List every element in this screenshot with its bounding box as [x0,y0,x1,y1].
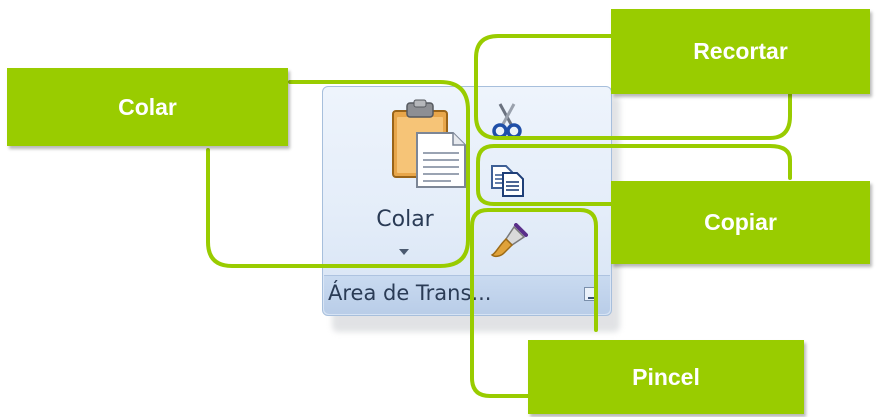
paste-label: Colar [376,207,434,232]
format-painter-button[interactable] [480,213,592,269]
callout-colar: Colar [7,68,288,146]
copy-documents-icon [491,165,524,197]
callout-copiar: Copiar [611,181,870,264]
copy-button[interactable] [480,153,592,209]
small-buttons-column [480,91,600,273]
chevron-down-icon [399,249,409,255]
paste-button[interactable]: Colar [331,95,479,271]
callout-pincel: Pincel [528,340,804,414]
clipboard-paste-icon [392,99,466,188]
group-title: Área de Trans... [328,281,492,305]
paintbrush-icon [490,223,528,258]
cut-button[interactable] [480,93,592,149]
callout-recortar: Recortar [611,9,870,94]
diagram-stage: Colar Área de Trans... Colar Recortar Co… [0,0,879,417]
dialog-launcher-icon[interactable] [584,287,598,301]
group-footer: Área de Trans... [324,275,610,314]
clipboard-ribbon-group: Colar Área de Trans... [322,86,612,316]
scissors-icon [492,103,522,139]
